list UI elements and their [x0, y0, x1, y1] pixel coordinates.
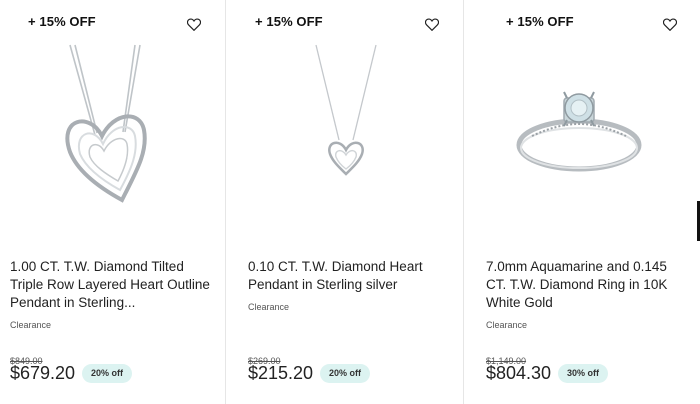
discount-badge: 30% off: [558, 364, 609, 383]
wishlist-heart-icon[interactable]: [183, 13, 205, 35]
product-card[interactable]: + 15% OFF 0.10 CT. T.W. Diamond Heart Pe…: [226, 0, 464, 404]
promo-label: + 15% OFF: [506, 14, 574, 29]
wishlist-heart-icon[interactable]: [421, 13, 443, 35]
clearance-tag: Clearance: [486, 320, 528, 330]
product-card[interactable]: + 15% OFF 1.00 CT. T.W. Diamond Tilted T…: [0, 0, 226, 404]
promo-label: + 15% OFF: [28, 14, 96, 29]
clearance-tag: Clearance: [10, 320, 52, 330]
product-image[interactable]: [296, 40, 396, 230]
product-card[interactable]: + 15% OFF 7.0mm Aquamarine and 0.145 CT.…: [464, 0, 700, 404]
product-image[interactable]: [40, 40, 180, 230]
product-grid: + 15% OFF 1.00 CT. T.W. Diamond Tilted T…: [0, 0, 700, 404]
discount-badge: 20% off: [82, 364, 133, 383]
product-title[interactable]: 1.00 CT. T.W. Diamond Tilted Triple Row …: [10, 258, 210, 312]
clearance-tag: Clearance: [248, 302, 290, 312]
sale-price: $679.20: [10, 363, 76, 383]
product-title[interactable]: 0.10 CT. T.W. Diamond Heart Pendant in S…: [248, 258, 448, 294]
sale-price: $804.30: [486, 363, 552, 383]
wishlist-heart-icon[interactable]: [659, 13, 681, 35]
promo-label: + 15% OFF: [255, 14, 323, 29]
sale-price: $215.20: [248, 363, 314, 383]
product-title[interactable]: 7.0mm Aquamarine and 0.145 CT. T.W. Diam…: [486, 258, 686, 312]
product-image[interactable]: [504, 40, 654, 230]
discount-badge: 20% off: [320, 364, 371, 383]
